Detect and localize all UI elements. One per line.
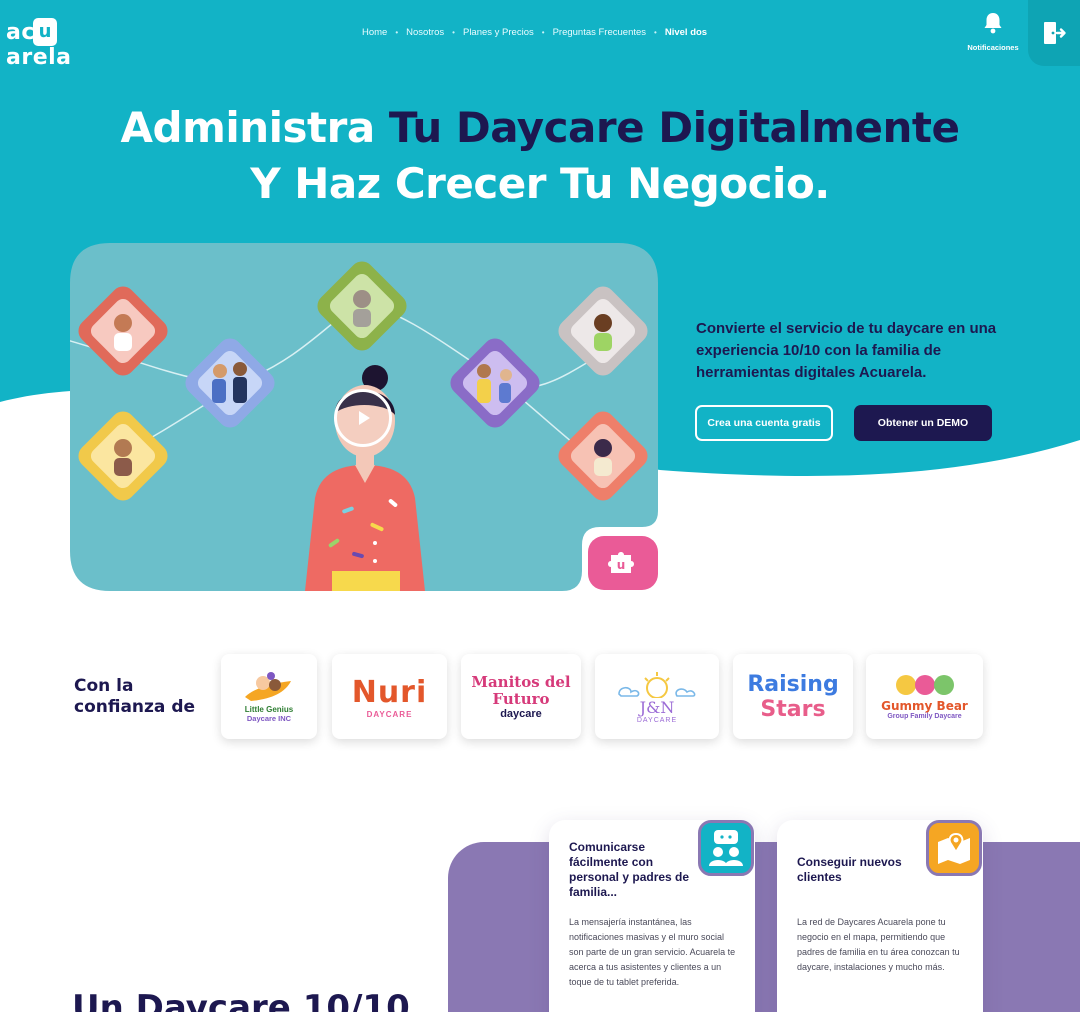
client-name: Manitos del Futuro — [471, 672, 571, 708]
sun-clouds-icon — [618, 671, 696, 698]
acuarela-logo[interactable]: acarela u — [6, 14, 102, 70]
nav-preguntas-frecuentes[interactable]: Preguntas Frecuentes — [553, 27, 646, 38]
create-account-button[interactable]: Crea una cuenta gratis — [695, 405, 833, 441]
top-nav: Home • Nosotros • Planes y Precios • Pre… — [362, 27, 707, 38]
client-name: Gummy Bear — [881, 699, 968, 713]
feature-description: La mensajería instantánea, las notificac… — [569, 917, 736, 987]
map-pin-icon — [926, 820, 982, 876]
gummy-bears-icon — [895, 675, 954, 695]
client-name: J&N — [639, 697, 675, 717]
chat-people-icon — [698, 820, 754, 876]
hero-promo-text: Convierte el servicio de tu daycare en u… — [696, 320, 997, 381]
get-demo-button[interactable]: Obtener un DEMO — [854, 405, 992, 441]
client-logo-manitos-del-futuro[interactable]: Manitos del Futuro daycare — [461, 654, 581, 739]
features-background-panel — [448, 842, 1080, 1012]
nav-nivel-dos[interactable]: Nivel dos — [665, 27, 707, 38]
client-subtitle: DAYCARE — [366, 709, 413, 719]
client-subtitle: DAYCARE — [636, 716, 678, 724]
client-subtitle: daycare — [500, 707, 542, 720]
svg-text:u: u — [617, 558, 626, 572]
hero-headline: Administra Tu Daycare Digitalmente Y Haz… — [0, 100, 1080, 212]
section-title: Un Daycare 10/10 — [72, 988, 410, 1012]
client-name: Raising — [747, 671, 839, 697]
feature-title: Comunicarse fácilmente con personal y pa… — [569, 840, 690, 899]
headline-white: Administra — [120, 103, 389, 152]
nav-separator: • — [654, 28, 657, 37]
client-logo-jn[interactable]: J&N DAYCARE — [595, 654, 719, 739]
nav-nosotros[interactable]: Nosotros — [406, 27, 444, 38]
play-icon — [359, 411, 370, 425]
client-subtitle: Stars — [760, 696, 826, 722]
client-subtitle: Group Family Daycare — [887, 713, 962, 720]
client-logo-raising-stars[interactable]: Raising Stars — [733, 654, 853, 739]
notifications-button[interactable]: Notificaciones — [960, 12, 1026, 52]
nav-separator: • — [395, 28, 399, 37]
video-play-button[interactable] — [334, 389, 392, 447]
nav-planes-precios[interactable]: Planes y Precios — [463, 27, 534, 38]
client-name: Little Genius — [244, 704, 294, 714]
rocket-kids-icon — [245, 671, 291, 701]
acuarela-badge: u — [588, 536, 658, 590]
nav-separator: • — [452, 28, 455, 37]
logo-puzzle-piece: u — [33, 18, 57, 46]
client-subtitle: Daycare INC — [246, 713, 292, 723]
client-logo-gummy-bear[interactable]: Gummy Bear Group Family Daycare — [866, 654, 983, 739]
client-logo-little-genius[interactable]: Little Genius Daycare INC — [221, 654, 317, 739]
notifications-label: Notificaciones — [967, 43, 1019, 52]
client-name: Nuri — [351, 674, 428, 710]
feature-description: La red de Daycares Acuarela pone tu nego… — [797, 917, 960, 972]
puzzle-icon: u — [608, 552, 634, 573]
client-logo-nuri[interactable]: Nuri DAYCARE — [332, 654, 447, 739]
headline-line-2: Y Haz Crecer Tu Negocio. — [250, 159, 830, 208]
bell-icon — [984, 13, 1002, 34]
headline-highlight: Tu Daycare Digitalmente — [388, 103, 960, 152]
nav-home[interactable]: Home — [362, 27, 387, 38]
exit-door-icon — [1044, 22, 1066, 44]
nav-separator: • — [541, 28, 545, 37]
trust-label: Con la confianza de — [74, 676, 196, 717]
logout-button[interactable] — [1028, 0, 1080, 66]
feature-title: Conseguir nuevos clientes — [797, 855, 902, 884]
